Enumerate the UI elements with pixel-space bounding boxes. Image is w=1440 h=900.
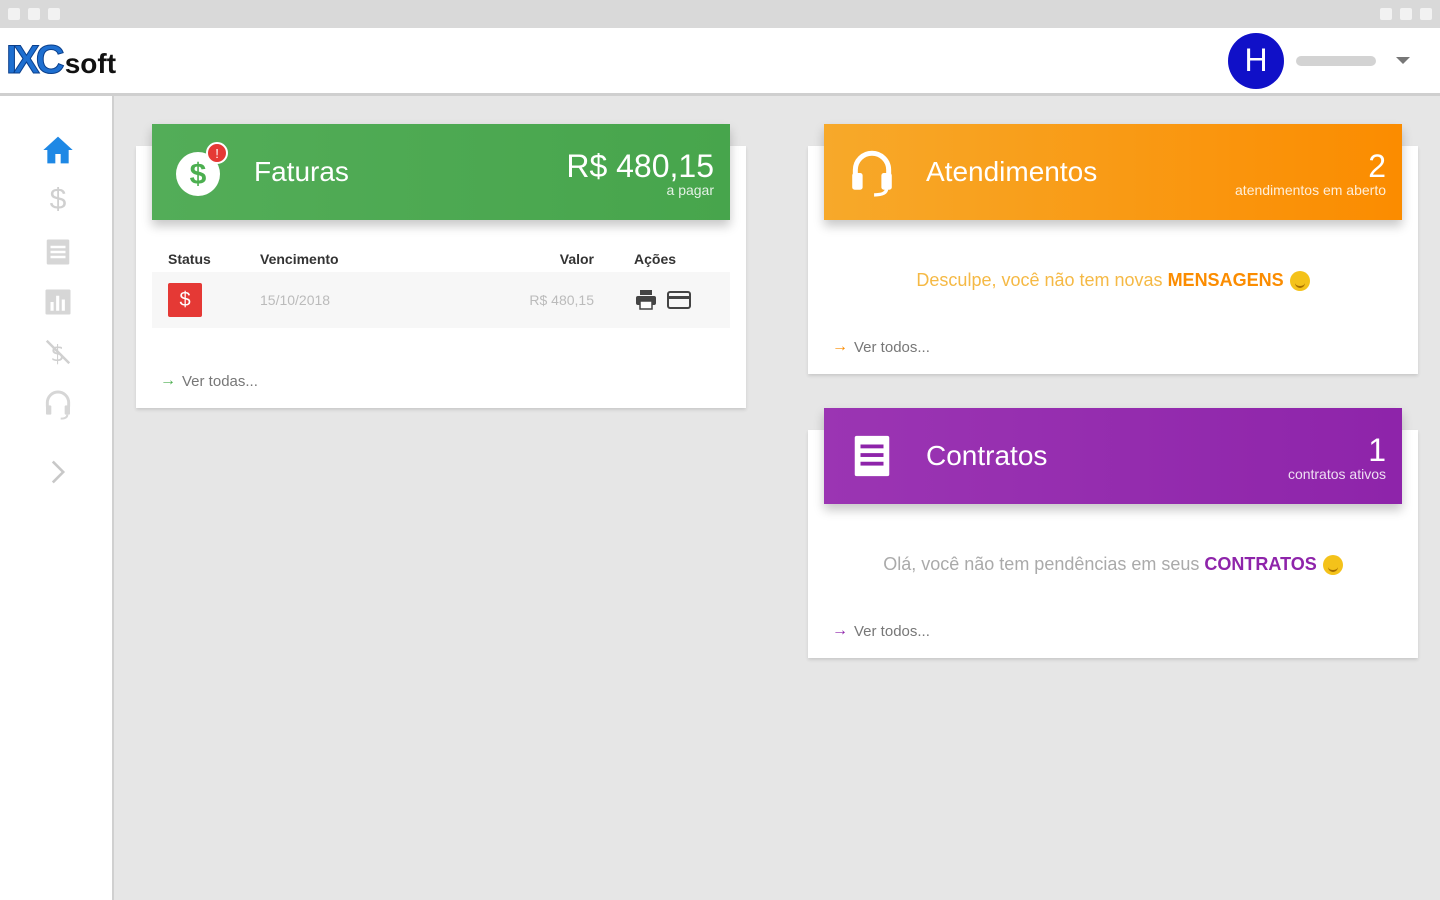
contratos-title: Contratos — [926, 440, 1048, 471]
faturas-header-icon: $ ! — [172, 142, 228, 200]
atendimentos-count: 2 — [1368, 148, 1386, 184]
see-all-label: Ver todos... — [854, 622, 930, 640]
sidebar-item-contratos[interactable] — [40, 234, 76, 270]
sidebar-item-faturas[interactable]: $ — [40, 182, 76, 218]
atendimentos-see-all-link[interactable]: → Ver todos... — [832, 338, 930, 356]
ixcsoft-logo[interactable]: IXC soft — [6, 38, 117, 83]
row-valor: R$ 480,15 — [529, 292, 594, 308]
atendimentos-count-sub: atendimentos em aberto — [1235, 182, 1386, 198]
sidebar-item-home[interactable] — [40, 132, 76, 168]
column-valor: Valor — [559, 251, 594, 267]
contratos-card: Contratos 1 contratos ativos Olá, você n… — [808, 408, 1418, 658]
atendimentos-card-header[interactable]: Atendimentos 2 atendimentos em aberto — [824, 124, 1402, 220]
sidebar: $ $ — [0, 96, 114, 900]
row-vencimento: 15/10/2018 — [260, 292, 331, 308]
column-acoes: Ações — [634, 251, 677, 267]
svg-text:$: $ — [190, 158, 207, 191]
faturas-title: Faturas — [254, 156, 349, 187]
battery-icon — [1420, 8, 1432, 20]
app-header: IXC soft H — [0, 28, 1440, 96]
notification-icon — [28, 8, 40, 20]
headset-icon — [852, 150, 892, 197]
arrow-right-icon: → — [832, 338, 848, 355]
user-menu[interactable]: H — [1228, 32, 1410, 89]
money-off-icon: $ — [45, 339, 71, 367]
notification-icon — [48, 8, 60, 20]
username-redacted — [1296, 55, 1376, 66]
avatar[interactable]: H — [1228, 32, 1284, 89]
message-highlight: MENSAGENS — [1167, 270, 1284, 290]
sidebar-expand[interactable] — [40, 454, 76, 490]
alert-badge: ! — [206, 142, 228, 164]
atendimentos-header-icon — [844, 144, 900, 200]
document-list-icon — [854, 435, 890, 477]
message-text: Desculpe, você não tem novas — [916, 270, 1168, 290]
faturas-card: $ ! Faturas R$ 480,15 a pagar Status Ven… — [136, 124, 746, 408]
table-header: Status Vencimento Valor Ações — [152, 246, 730, 272]
status-bar-notifications — [8, 8, 60, 20]
notification-icon — [8, 8, 20, 20]
contratos-empty-message: Olá, você não tem pendências em seus CON… — [808, 554, 1418, 576]
mute-icon — [1380, 8, 1392, 20]
headset-icon — [45, 390, 71, 420]
column-vencimento: Vencimento — [260, 251, 339, 267]
see-all-label: Ver todos... — [854, 338, 930, 356]
status-bar-system-icons — [1380, 8, 1432, 20]
column-status: Status — [168, 251, 211, 267]
faturas-table: Status Vencimento Valor Ações $ 15/10/20… — [152, 246, 730, 328]
sidebar-item-consumo[interactable] — [40, 284, 76, 320]
dollar-icon: $ — [49, 183, 67, 216]
svg-text:$: $ — [51, 341, 65, 367]
sidebar-item-desbloqueio[interactable]: $ — [40, 334, 76, 370]
atendimentos-card: Atendimentos 2 atendimentos em aberto De… — [808, 124, 1418, 374]
credit-card-icon[interactable] — [666, 288, 692, 312]
status-badge: $ — [168, 283, 202, 317]
chevron-right-icon — [51, 460, 66, 484]
bar-chart-icon — [45, 289, 71, 315]
faturas-amount: R$ 480,15 — [566, 148, 714, 184]
sidebar-item-atendimentos[interactable] — [40, 386, 76, 422]
row-status-cell: $ — [152, 283, 244, 317]
arrow-right-icon: → — [160, 372, 176, 389]
logo-suffix: soft — [64, 48, 117, 79]
faturas-amount-sub: a pagar — [666, 182, 714, 198]
atendimentos-empty-message: Desculpe, você não tem novas MENSAGENS — [808, 270, 1418, 292]
contratos-see-all-link[interactable]: → Ver todos... — [832, 622, 930, 640]
faturas-see-all-link[interactable]: → Ver todas... — [160, 372, 258, 390]
message-highlight: CONTRATOS — [1204, 554, 1317, 574]
atendimentos-title: Atendimentos — [926, 156, 1098, 187]
message-text: Olá, você não tem pendências em seus — [883, 554, 1205, 574]
contratos-count-sub: contratos ativos — [1287, 466, 1386, 482]
faturas-card-header[interactable]: $ ! Faturas R$ 480,15 a pagar — [152, 124, 730, 220]
home-icon — [43, 136, 73, 164]
table-row[interactable]: $ 15/10/2018 R$ 480,15 — [152, 272, 730, 328]
list-icon — [46, 239, 70, 265]
smile-emoji-icon — [1322, 555, 1343, 576]
contratos-header-icon — [844, 428, 900, 484]
print-icon[interactable] — [634, 288, 658, 312]
row-actions — [614, 288, 730, 312]
see-all-label: Ver todas... — [182, 372, 258, 390]
contratos-card-header[interactable]: Contratos 1 contratos ativos — [824, 408, 1402, 504]
system-status-bar — [0, 0, 1440, 28]
contratos-count: 1 — [1368, 432, 1386, 468]
wifi-icon — [1400, 8, 1412, 20]
smile-emoji-icon — [1289, 271, 1310, 292]
chevron-down-icon[interactable] — [1396, 57, 1410, 64]
logo-brand: IXC — [6, 38, 66, 83]
arrow-right-icon: → — [832, 622, 848, 639]
